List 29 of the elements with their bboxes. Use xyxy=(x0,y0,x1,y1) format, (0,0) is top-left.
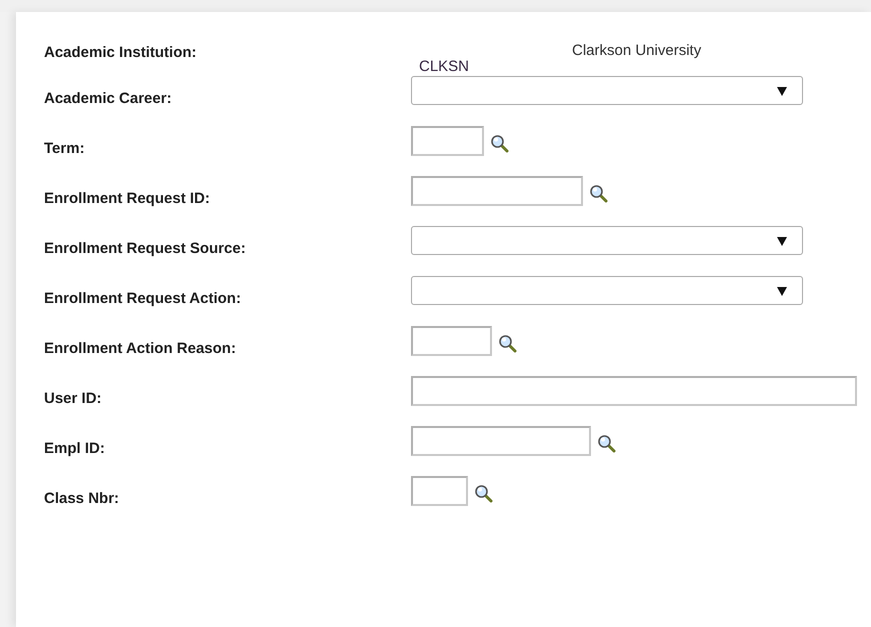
field-label: Enrollment Request ID: xyxy=(44,189,211,207)
search-icon[interactable] xyxy=(597,434,616,452)
field-label: Empl ID: xyxy=(44,439,106,457)
search-icon[interactable] xyxy=(589,184,608,202)
input-field[interactable] xyxy=(411,376,857,406)
field-label: Academic Institution: xyxy=(44,43,198,61)
field-label: Enrollment Request Action: xyxy=(44,289,242,307)
field-label: Academic Career: xyxy=(44,89,173,107)
dropdown[interactable] xyxy=(411,76,803,105)
search-icon[interactable] xyxy=(474,484,493,502)
input-field[interactable] xyxy=(411,126,484,156)
search-icon[interactable] xyxy=(498,334,517,352)
input-field[interactable] xyxy=(411,426,591,456)
field-description: Clarkson University xyxy=(572,42,702,59)
input-field[interactable] xyxy=(411,476,468,506)
field-label: Enrollment Request Source: xyxy=(44,239,247,257)
input-field[interactable] xyxy=(411,176,583,206)
search-icon[interactable] xyxy=(490,134,509,152)
dropdown[interactable] xyxy=(411,226,803,255)
field-label: Term: xyxy=(44,139,86,157)
input-field[interactable] xyxy=(411,326,492,356)
caret-icon xyxy=(777,286,787,296)
field-label: Enrollment Action Reason: xyxy=(44,339,237,357)
field-label: User ID: xyxy=(44,389,103,407)
caret-icon xyxy=(777,86,787,96)
dropdown[interactable] xyxy=(411,276,803,305)
caret-icon xyxy=(777,236,787,246)
field-label: Class Nbr: xyxy=(44,489,120,507)
field-value: CLKSN xyxy=(419,58,470,75)
